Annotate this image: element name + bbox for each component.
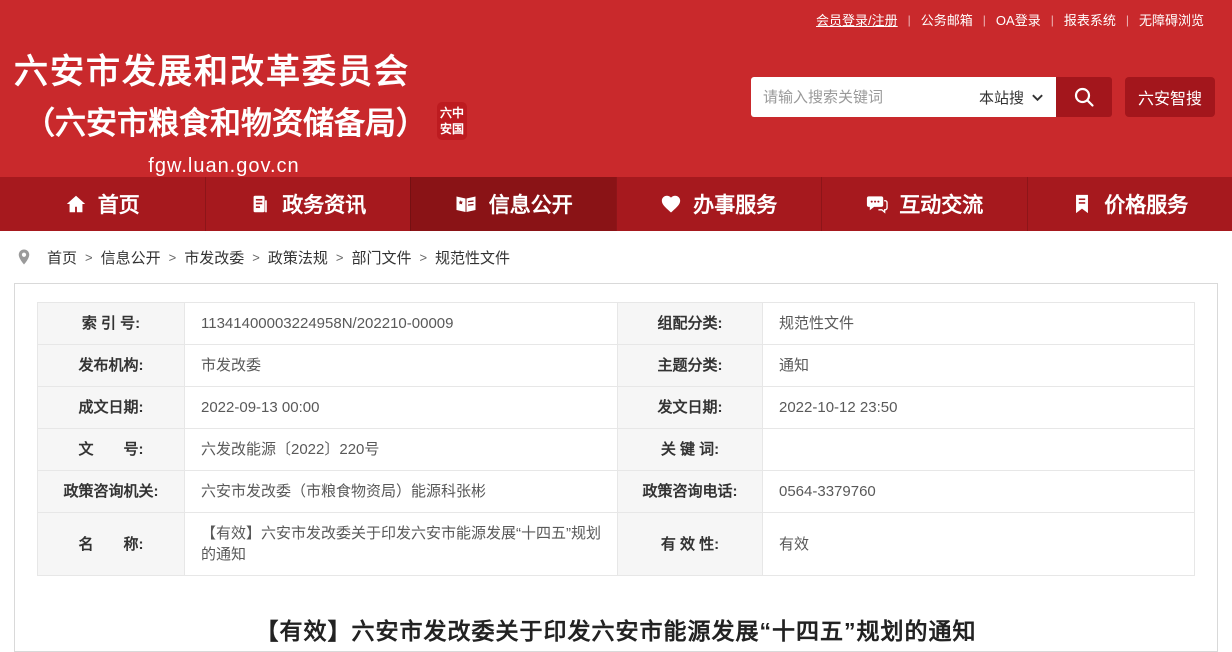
site-brand: 六安市发展和改革委员会 （六安市粮食和物资储备局） 六 中 安 国 fgw.lu… bbox=[14, 44, 454, 178]
meta-value: 规范性文件 bbox=[763, 303, 1195, 345]
nav-label: 互动交流 bbox=[899, 189, 983, 219]
site-title: 六安市发展和改革委员会 bbox=[14, 44, 454, 93]
meta-label: 政策咨询机关: bbox=[38, 471, 185, 513]
meta-label: 发布机构: bbox=[38, 345, 185, 387]
breadcrumb-item-normative-files[interactable]: 规范性文件 bbox=[427, 247, 518, 268]
topbar-link-accessibility[interactable]: 无障碍浏览 bbox=[1129, 10, 1214, 29]
breadcrumb-separator: > bbox=[252, 250, 260, 265]
meta-label: 有 效 性: bbox=[618, 513, 763, 576]
meta-row-issuing-agency: 发布机构: 市发改委 主题分类: 通知 bbox=[38, 345, 1195, 387]
nav-label: 信息公开 bbox=[489, 189, 573, 219]
news-icon bbox=[249, 193, 271, 215]
meta-value: 2022-09-13 00:00 bbox=[185, 387, 618, 429]
search-box: 本站搜 bbox=[751, 77, 1056, 117]
meta-row-consult: 政策咨询机关: 六安市发改委（市粮食物资局）能源科张彬 政策咨询电话: 0564… bbox=[38, 471, 1195, 513]
meta-value: 有效 bbox=[763, 513, 1195, 576]
meta-row-dates: 成文日期: 2022-09-13 00:00 发文日期: 2022-10-12 … bbox=[38, 387, 1195, 429]
topbar: 会员登录/注册 | 公务邮箱 | OA登录 | 报表系统 | 无障碍浏览 bbox=[0, 0, 1232, 29]
search-icon bbox=[1072, 85, 1096, 109]
breadcrumb: 首页 > 信息公开 > 市发改委 > 政策法规 > 部门文件 > 规范性文件 bbox=[0, 231, 1232, 283]
meta-value: 【有效】六安市发改委关于印发六安市能源发展“十四五”规划的通知 bbox=[185, 513, 618, 576]
location-pin-icon bbox=[15, 247, 33, 267]
breadcrumb-item-dept-files[interactable]: 部门文件 bbox=[343, 247, 419, 268]
open-book-icon bbox=[454, 192, 478, 216]
search-scope-label: 本站搜 bbox=[979, 87, 1024, 108]
meta-label: 成文日期: bbox=[38, 387, 185, 429]
nav-label: 政务资讯 bbox=[282, 189, 366, 219]
meta-row-index-number: 索 引 号: 11341400003224958N/202210-00009 组… bbox=[38, 303, 1195, 345]
content-panel: 索 引 号: 11341400003224958N/202210-00009 组… bbox=[14, 283, 1218, 652]
seal-char: 六 bbox=[440, 107, 452, 119]
nav-item-price-service[interactable]: 价格服务 bbox=[1027, 177, 1232, 231]
meta-value bbox=[763, 429, 1195, 471]
seal-char: 安 bbox=[440, 123, 452, 135]
topbar-link-oa-login[interactable]: OA登录 bbox=[986, 10, 1051, 29]
site-subtitle: （六安市粮食和物资储备局） bbox=[14, 98, 427, 143]
nav-item-gov-news[interactable]: 政务资讯 bbox=[205, 177, 411, 231]
meta-label: 名 称: bbox=[38, 513, 185, 576]
nav-label: 办事服务 bbox=[693, 189, 777, 219]
topbar-link-member-login[interactable]: 会员登录/注册 bbox=[806, 10, 908, 29]
seal-char: 中 bbox=[452, 107, 464, 119]
chat-icon bbox=[865, 193, 888, 216]
meta-label: 政策咨询电话: bbox=[618, 471, 763, 513]
meta-value: 通知 bbox=[763, 345, 1195, 387]
meta-row-doc-number: 文 号: 六发改能源〔2022〕220号 关 键 词: bbox=[38, 429, 1195, 471]
meta-value: 六发改能源〔2022〕220号 bbox=[185, 429, 618, 471]
nav-item-home[interactable]: 首页 bbox=[0, 177, 205, 231]
search-area: 本站搜 六安智搜 bbox=[751, 77, 1215, 117]
meta-label: 主题分类: bbox=[618, 345, 763, 387]
search-scope-dropdown[interactable]: 本站搜 bbox=[979, 87, 1056, 108]
meta-row-name-validity: 名 称: 【有效】六安市发改委关于印发六安市能源发展“十四五”规划的通知 有 效… bbox=[38, 513, 1195, 576]
meta-value: 0564-3379760 bbox=[763, 471, 1195, 513]
heart-icon bbox=[660, 193, 682, 215]
document-meta-table: 索 引 号: 11341400003224958N/202210-00009 组… bbox=[37, 302, 1195, 576]
nav-label: 价格服务 bbox=[1104, 189, 1188, 219]
site-domain: fgw.luan.gov.cn bbox=[14, 155, 434, 178]
nav-item-services[interactable]: 办事服务 bbox=[616, 177, 822, 231]
seal-char: 国 bbox=[452, 123, 464, 135]
breadcrumb-item-home[interactable]: 首页 bbox=[39, 247, 85, 268]
meta-value: 市发改委 bbox=[185, 345, 618, 387]
breadcrumb-item-fgw[interactable]: 市发改委 bbox=[176, 247, 252, 268]
meta-label: 文 号: bbox=[38, 429, 185, 471]
home-icon bbox=[65, 193, 87, 215]
topbar-link-report-system[interactable]: 报表系统 bbox=[1054, 10, 1126, 29]
breadcrumb-separator: > bbox=[419, 250, 427, 265]
breadcrumb-separator: > bbox=[85, 250, 93, 265]
seal-stamp-icon: 六 中 安 国 bbox=[437, 102, 467, 140]
smart-search-button[interactable]: 六安智搜 bbox=[1125, 77, 1215, 117]
nav-item-interaction[interactable]: 互动交流 bbox=[821, 177, 1027, 231]
main-nav: 首页 政务资讯 信息公开 办事服务 bbox=[0, 177, 1232, 231]
topbar-link-gov-mail[interactable]: 公务邮箱 bbox=[911, 10, 983, 29]
breadcrumb-item-info-disclosure[interactable]: 信息公开 bbox=[93, 247, 169, 268]
meta-label: 发文日期: bbox=[618, 387, 763, 429]
breadcrumb-item-policy[interactable]: 政策法规 bbox=[260, 247, 336, 268]
meta-value: 11341400003224958N/202210-00009 bbox=[185, 303, 618, 345]
meta-value: 2022-10-12 23:50 bbox=[763, 387, 1195, 429]
breadcrumb-separator: > bbox=[336, 250, 344, 265]
document-title: 【有效】六安市发改委关于印发六安市能源发展“十四五”规划的通知 bbox=[15, 612, 1217, 646]
nav-item-info-disclosure[interactable]: 信息公开 bbox=[410, 177, 616, 231]
meta-label: 索 引 号: bbox=[38, 303, 185, 345]
bookmark-icon bbox=[1071, 193, 1093, 215]
breadcrumb-separator: > bbox=[169, 250, 177, 265]
search-input[interactable] bbox=[751, 77, 979, 117]
site-header: 会员登录/注册 | 公务邮箱 | OA登录 | 报表系统 | 无障碍浏览 六安市… bbox=[0, 0, 1232, 177]
meta-label: 组配分类: bbox=[618, 303, 763, 345]
nav-label: 首页 bbox=[98, 189, 140, 219]
meta-value: 六安市发改委（市粮食物资局）能源科张彬 bbox=[185, 471, 618, 513]
search-button[interactable] bbox=[1056, 77, 1112, 117]
chevron-down-icon bbox=[1031, 91, 1044, 104]
meta-label: 关 键 词: bbox=[618, 429, 763, 471]
